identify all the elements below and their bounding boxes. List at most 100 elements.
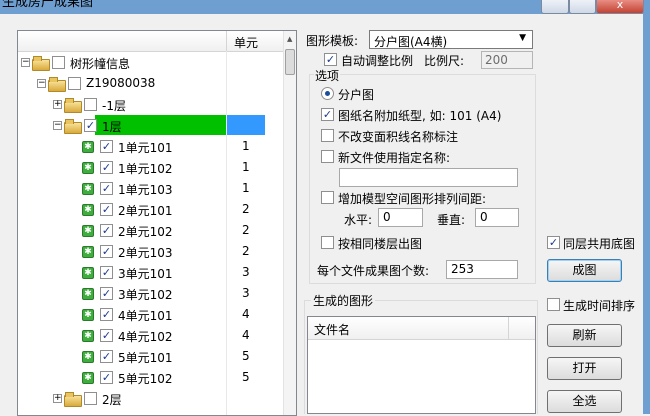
tree-row-unit[interactable]: ✱ ✓ 4单元101 4 xyxy=(18,304,284,325)
tree-checkbox[interactable]: ✓ xyxy=(100,161,113,174)
scroll-thumb[interactable] xyxy=(285,49,295,75)
minimize-button[interactable] xyxy=(541,0,569,14)
tree-row-unit[interactable]: ✱ ✓ 2单元102 2 xyxy=(18,220,284,241)
vertical-label: 垂直: xyxy=(437,213,466,227)
tree-row-unit[interactable]: ✱ ✓ 5单元102 5 xyxy=(18,367,284,388)
tree-checkbox[interactable] xyxy=(52,56,65,69)
tree-row-unit[interactable]: ✱ ✓ 5单元101 5 xyxy=(18,346,284,367)
expand-icon[interactable]: + xyxy=(53,394,62,403)
generate-button[interactable]: 成图 xyxy=(547,259,622,282)
tree-row-label: 2层 xyxy=(102,393,122,407)
tree-checkbox[interactable] xyxy=(68,77,81,90)
tree-header: 单元 xyxy=(18,31,284,52)
spacing-checkbox[interactable] xyxy=(321,191,334,204)
unit-number: 1 xyxy=(242,139,250,153)
tree-row-label: 5单元102 xyxy=(118,372,173,386)
tree-row-unit[interactable]: ✱ ✓ 1单元102 1 xyxy=(18,157,284,178)
tree-row-label: 1层 xyxy=(102,120,122,134)
tree-row-label: 3单元101 xyxy=(118,267,173,281)
building-tree[interactable]: 单元 ▲ − 树形幢信息 − Z19080038 + -1层 − ✓ 1层 ✱ … xyxy=(17,30,297,416)
unit-number: 3 xyxy=(242,286,250,300)
tree-checkbox[interactable]: ✓ xyxy=(100,329,113,342)
tree-row-unit[interactable]: ✱ ✓ 3单元101 3 xyxy=(18,262,284,283)
tree-row-unit[interactable]: ✱ ✓ 3单元102 3 xyxy=(18,283,284,304)
tree-row-floor-selected[interactable]: − ✓ 1层 xyxy=(18,115,284,136)
attach-paper-checkbox[interactable]: ✓ xyxy=(321,108,334,121)
tree-row-building[interactable]: − Z19080038 xyxy=(18,73,284,94)
tree-row-floor[interactable]: + 2层 xyxy=(18,388,284,409)
tree-row-floor[interactable]: + -1层 xyxy=(18,94,284,115)
tree-row-label: 1单元102 xyxy=(118,162,173,176)
select-all-button[interactable]: 全选 xyxy=(547,390,622,413)
filename-column-header[interactable]: 文件名 xyxy=(314,321,350,338)
title-bar: 生成房产成果图 x xyxy=(0,0,650,14)
unit-icon: ✱ xyxy=(82,162,94,174)
collapse-icon[interactable]: − xyxy=(37,79,46,88)
tree-checkbox[interactable]: ✓ xyxy=(100,371,113,384)
collapse-icon[interactable]: − xyxy=(53,121,62,130)
chevron-down-icon[interactable]: ▼ xyxy=(519,33,526,43)
unit-number: 1 xyxy=(242,181,250,195)
expand-icon[interactable]: + xyxy=(53,100,62,109)
refresh-button[interactable]: 刷新 xyxy=(547,324,622,347)
template-dropdown[interactable]: 分户图(A4横) ▼ xyxy=(369,30,533,49)
tree-scrollbar[interactable]: ▲ xyxy=(283,31,296,415)
tree-checkbox[interactable] xyxy=(84,392,97,405)
scale-field[interactable]: 200 xyxy=(481,51,533,69)
tree-row-label: 3单元102 xyxy=(118,288,173,302)
unit-icon: ✱ xyxy=(82,225,94,237)
no-change-checkbox[interactable] xyxy=(321,129,334,142)
tree-row-root[interactable]: − 树形幢信息 xyxy=(18,52,284,73)
tree-row-label: 1单元101 xyxy=(118,141,173,155)
same-floor-checkbox[interactable] xyxy=(321,236,334,249)
floor-plan-radio[interactable] xyxy=(321,87,334,100)
per-file-input[interactable]: 253 xyxy=(446,260,518,279)
tree-checkbox[interactable]: ✓ xyxy=(100,182,113,195)
maximize-button[interactable] xyxy=(569,0,596,14)
tree-row-unit[interactable]: ✱ ✓ 1单元101 1 xyxy=(18,136,284,157)
collapse-icon[interactable]: − xyxy=(21,58,30,67)
tree-checkbox[interactable]: ✓ xyxy=(100,140,113,153)
tree-checkbox[interactable]: ✓ xyxy=(100,287,113,300)
vertical-input[interactable]: 0 xyxy=(475,208,519,227)
folder-open-icon xyxy=(64,118,82,134)
auto-scale-checkbox[interactable]: ✓ xyxy=(324,53,337,66)
same-floor-label: 按相同楼层出图 xyxy=(338,237,423,251)
folder-open-icon xyxy=(32,55,50,71)
spacing-label: 增加模型空间图形排列间距: xyxy=(338,192,487,206)
tree-row-label: 2单元102 xyxy=(118,225,173,239)
unit-column-header[interactable]: 单元 xyxy=(234,34,258,51)
tree-row-unit[interactable]: ✱ ✓ 4单元102 4 xyxy=(18,325,284,346)
custom-name-input[interactable] xyxy=(339,168,518,187)
tree-row-unit[interactable]: ✱ ✓ 1单元103 1 xyxy=(18,178,284,199)
options-title: 选项 xyxy=(314,67,341,84)
tree-row-unit[interactable]: ✱ ✓ 2单元103 2 xyxy=(18,241,284,262)
unit-number: 4 xyxy=(242,328,250,342)
per-file-label: 每个文件成果图个数: xyxy=(317,264,430,278)
horizontal-input[interactable]: 0 xyxy=(378,208,423,227)
open-button[interactable]: 打开 xyxy=(547,357,622,380)
tree-checkbox[interactable]: ✓ xyxy=(84,119,97,132)
shared-bg-checkbox[interactable]: ✓ xyxy=(547,236,560,249)
generated-file-list[interactable]: 文件名 xyxy=(307,316,536,414)
tree-checkbox[interactable]: ✓ xyxy=(100,203,113,216)
tree-row-label: 5单元101 xyxy=(118,351,173,365)
tree-checkbox[interactable] xyxy=(84,98,97,111)
tree-checkbox[interactable]: ✓ xyxy=(100,308,113,321)
custom-name-checkbox[interactable] xyxy=(321,150,334,163)
close-button[interactable]: x xyxy=(596,0,644,14)
template-value: 分户图(A4横) xyxy=(374,35,448,49)
tree-checkbox[interactable]: ✓ xyxy=(100,350,113,363)
tree-row-unit[interactable]: ✱ ✓ 2单元101 2 xyxy=(18,199,284,220)
generated-title: 生成的图形 xyxy=(311,292,376,309)
scroll-up-icon[interactable]: ▲ xyxy=(287,35,292,43)
file-list-header: 文件名 xyxy=(308,317,535,340)
sort-time-checkbox[interactable] xyxy=(547,298,560,311)
tree-checkbox[interactable]: ✓ xyxy=(100,266,113,279)
unit-number: 2 xyxy=(242,223,250,237)
tree-checkbox[interactable]: ✓ xyxy=(100,224,113,237)
unit-number: 2 xyxy=(242,244,250,258)
tree-checkbox[interactable]: ✓ xyxy=(100,245,113,258)
unit-number: 5 xyxy=(242,370,250,384)
unit-icon: ✱ xyxy=(82,183,94,195)
